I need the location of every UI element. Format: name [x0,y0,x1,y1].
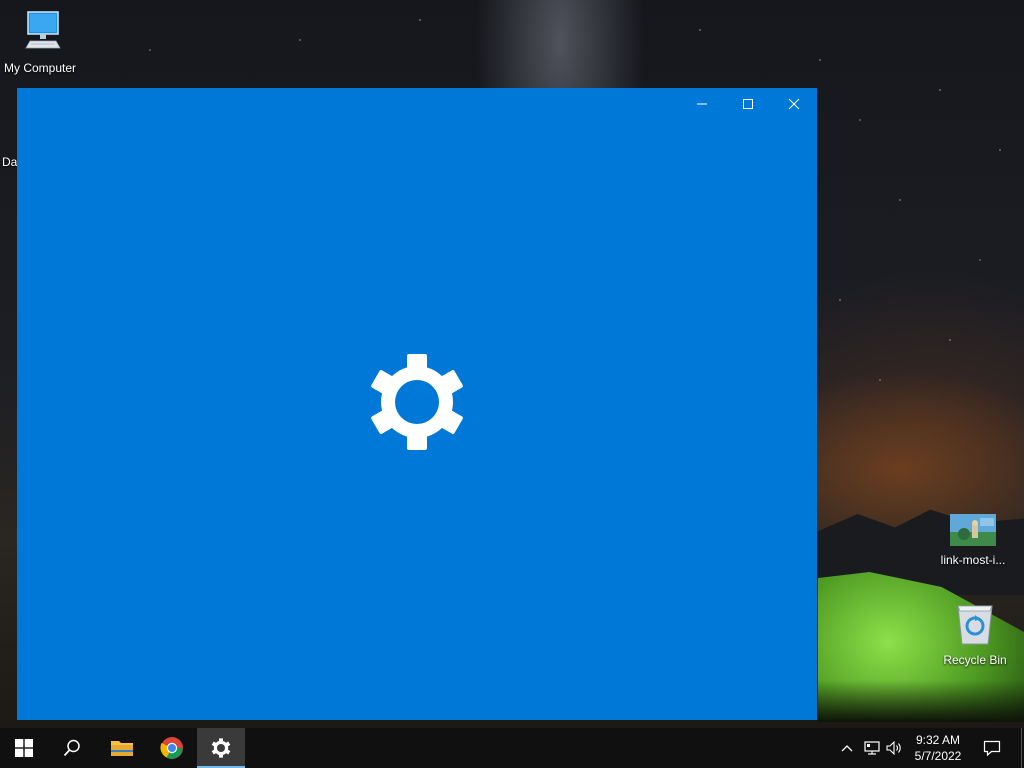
taskbar-clock[interactable]: 9:32 AM 5/7/2022 [904,728,972,768]
wallpaper-grass [818,680,1024,722]
volume-button[interactable] [884,728,906,768]
desktop-icon-label: link-most-i... [940,553,1006,567]
computer-icon [25,11,61,49]
network-icon [864,741,880,755]
taskbar: 9:32 AM 5/7/2022 [0,728,1024,768]
gear-icon [211,738,231,758]
search-icon [63,739,80,757]
action-center-button[interactable] [976,728,1008,768]
recycle-bin-icon [957,605,993,645]
volume-icon [886,741,901,755]
gear-icon [371,354,463,450]
maximize-icon [743,99,753,109]
desktop-icon-link-most[interactable]: link-most-i... [933,514,1013,567]
maximize-button[interactable] [725,88,771,120]
desktop-icon-my-computer[interactable]: My Computer [0,8,80,75]
title-bar[interactable] [17,88,817,120]
action-center-icon [983,740,1001,756]
desktop-icon-label: My Computer [3,61,77,75]
splash-gear [367,352,467,452]
folder-icon [111,741,133,756]
file-explorer-button[interactable] [98,728,146,768]
show-hidden-icons-button[interactable] [836,728,858,768]
network-button[interactable] [860,728,884,768]
minimize-button[interactable] [679,88,725,120]
chevron-up-icon [841,745,853,752]
chrome-icon [160,737,183,759]
desktop-icon-partial-label: Da [2,155,18,169]
settings-window[interactable] [17,88,817,720]
search-button[interactable] [48,728,96,768]
windows-logo-icon [15,739,33,757]
show-desktop-divider [1020,728,1022,768]
close-icon [788,98,800,110]
desktop-icon-label: Recycle Bin [943,653,1007,667]
close-button[interactable] [771,88,817,120]
image-thumbnail-icon [950,514,996,546]
settings-taskbar-button[interactable] [197,728,245,768]
desktop-icon-recycle-bin[interactable]: Recycle Bin [935,602,1015,667]
minimize-icon [697,103,707,105]
clock-date: 5/7/2022 [914,749,962,763]
chrome-button[interactable] [148,728,196,768]
clock-time: 9:32 AM [915,733,961,747]
show-desktop-button[interactable] [1018,728,1024,768]
start-button[interactable] [0,728,48,768]
